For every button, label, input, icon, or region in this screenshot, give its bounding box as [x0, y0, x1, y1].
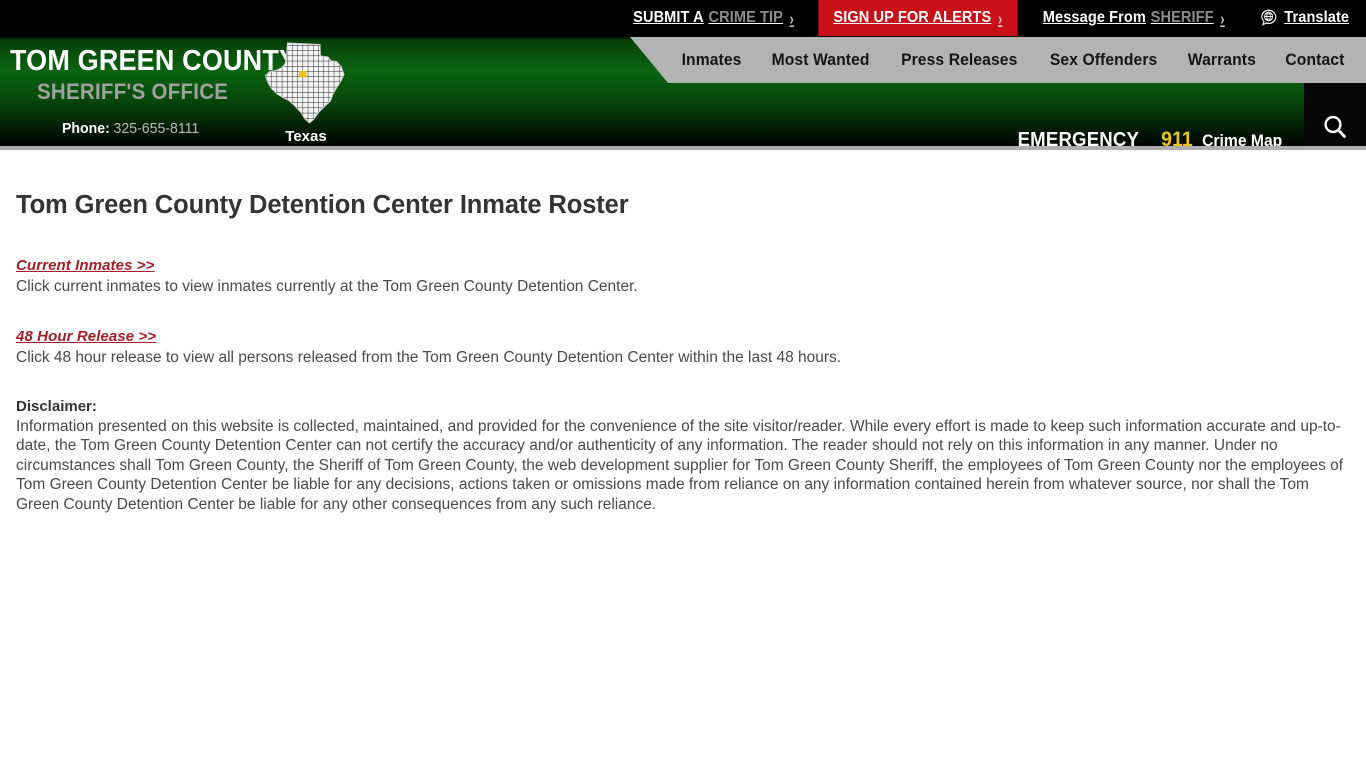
- nav-item-warrants[interactable]: Warrants: [1176, 51, 1269, 70]
- top-utility-bar: SUBMIT A CRIME TIP › SIGN UP FOR ALERTS …: [0, 0, 1366, 36]
- 48-hour-release-description: Click 48 hour release to view all person…: [16, 349, 842, 366]
- main-content: Tom Green County Detention Center Inmate…: [0, 150, 1366, 514]
- chevron-right-icon: ›: [789, 8, 794, 28]
- texas-county-map-icon: [264, 42, 345, 124]
- submit-crime-tip-link[interactable]: SUBMIT A CRIME TIP ›: [620, 0, 805, 36]
- site-header: TOM GREEN COUNTY SHERIFF'S OFFICE Phone:…: [0, 36, 1366, 150]
- nav-item-contact[interactable]: Contact: [1273, 51, 1350, 70]
- current-inmates-link[interactable]: Current Inmates >>: [16, 256, 155, 275]
- message-from-sheriff-link[interactable]: Message From SHERIFF ›: [1030, 0, 1236, 36]
- current-inmates-description: Click current inmates to view inmates cu…: [16, 278, 638, 295]
- page-title: Tom Green County Detention Center Inmate…: [16, 191, 629, 219]
- translate-link[interactable]: Translate: [1247, 0, 1363, 36]
- chevron-right-icon: ›: [1219, 8, 1225, 28]
- texas-map-logo: Texas: [258, 40, 354, 145]
- nav-item-sex-offenders[interactable]: Sex Offenders: [1037, 51, 1169, 70]
- search-icon[interactable]: [1320, 112, 1350, 142]
- sign-up-for-alerts-button[interactable]: SIGN UP FOR ALERTS ›: [818, 0, 1018, 36]
- 48-hour-release-section: 48 Hour Release >> Click 48 hour release…: [16, 327, 1350, 368]
- translate-label: Translate: [1284, 9, 1350, 26]
- disclaimer-label: Disclaimer:: [16, 398, 97, 415]
- disclaimer-section: Disclaimer: Information presented on thi…: [16, 397, 1350, 514]
- disclaimer-text: Information presented on this website is…: [16, 418, 1344, 513]
- submit-crime-tip-emphasis: CRIME TIP: [708, 9, 783, 26]
- nav-item-most-wanted[interactable]: Most Wanted: [760, 51, 883, 70]
- current-inmates-section: Current Inmates >> Click current inmates…: [16, 256, 1350, 297]
- site-brand[interactable]: TOM GREEN COUNTY SHERIFF'S OFFICE Phone:…: [0, 36, 420, 138]
- primary-navigation: Inmates Most Wanted Press Releases Sex O…: [630, 37, 1366, 83]
- submit-crime-tip-lead: SUBMIT A: [632, 9, 704, 26]
- chevron-right-icon: ›: [997, 8, 1003, 28]
- nav-item-inmates[interactable]: Inmates: [669, 51, 754, 70]
- globe-translate-icon: [1261, 9, 1277, 26]
- message-from-sheriff-emphasis: SHERIFF: [1150, 9, 1214, 26]
- message-from-sheriff-lead: Message From: [1042, 9, 1146, 26]
- phone-label: Phone:: [62, 120, 110, 137]
- header-bottom-divider: [0, 146, 1366, 150]
- state-label: Texas: [285, 128, 327, 145]
- sign-up-for-alerts-label: SIGN UP FOR ALERTS: [833, 9, 992, 26]
- nav-item-press-releases[interactable]: Press Releases: [889, 51, 1030, 70]
- phone-number: 325-655-8111: [113, 120, 200, 137]
- header-icon-column: [1304, 112, 1366, 150]
- 48-hour-release-link[interactable]: 48 Hour Release >>: [16, 327, 156, 346]
